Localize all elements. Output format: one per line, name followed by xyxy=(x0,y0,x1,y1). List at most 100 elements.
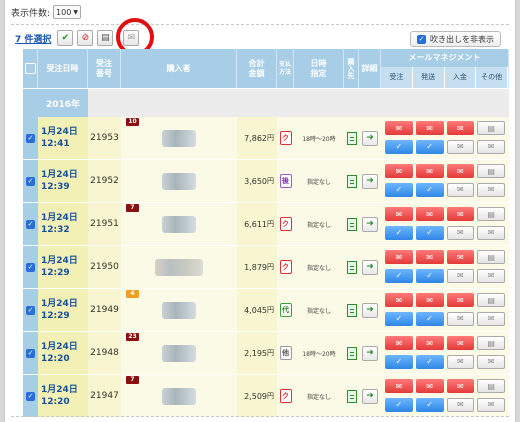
buyer-name-blurred[interactable] xyxy=(162,215,196,233)
mail-order-sent-icon[interactable]: ✉ xyxy=(385,336,413,350)
row-checkbox[interactable]: ✓ xyxy=(23,332,38,374)
mail-ship-icon[interactable]: ✓ xyxy=(415,311,444,326)
mail-order-icon[interactable]: ✓ xyxy=(385,311,413,326)
mail-ship-icon[interactable]: ✓ xyxy=(415,268,444,283)
mail-payment-sent-icon[interactable]: ✉ xyxy=(446,207,475,221)
header-buy-from[interactable]: 購入先 xyxy=(344,49,359,88)
row-checkbox[interactable]: ✓ xyxy=(23,289,38,331)
mail-ship-icon[interactable]: ✓ xyxy=(415,354,444,369)
no-icon[interactable]: ⊘ xyxy=(77,30,94,46)
mail-payment-icon[interactable]: ✉ xyxy=(446,311,475,326)
mail-payment-sent-icon[interactable]: ✉ xyxy=(446,121,475,135)
mail-ship-sent-icon[interactable]: ✉ xyxy=(415,121,444,135)
mail-order-icon[interactable]: ✓ xyxy=(385,139,413,154)
mail-ship-icon[interactable]: ✓ xyxy=(415,397,444,412)
mail-payment-icon[interactable]: ✉ xyxy=(446,139,475,154)
mail-payment-sent-icon[interactable]: ✉ xyxy=(446,293,475,307)
mail-other-doc-icon[interactable]: ▤ xyxy=(477,207,505,221)
header-date[interactable]: 受注日時 xyxy=(38,49,88,88)
mail-payment-sent-icon[interactable]: ✉ xyxy=(446,250,475,264)
document-icon[interactable] xyxy=(346,303,357,317)
checkbox-checked-icon[interactable]: ✓ xyxy=(26,305,35,315)
mail-order-sent-icon[interactable]: ✉ xyxy=(385,121,413,135)
header-pay[interactable]: 支払方法 xyxy=(277,49,294,88)
checkbox-checked-icon[interactable]: ✓ xyxy=(26,391,35,401)
document-icon[interactable] xyxy=(346,389,357,403)
mail-ship-sent-icon[interactable]: ✉ xyxy=(415,293,444,307)
detail-arrow-icon[interactable]: ➜ xyxy=(362,130,378,146)
mail-order-sent-icon[interactable]: ✉ xyxy=(385,207,413,221)
mail-ship-sent-icon[interactable]: ✉ xyxy=(415,164,444,178)
mail-other-doc-icon[interactable]: ▤ xyxy=(477,164,505,178)
mail-payment-sent-icon[interactable]: ✉ xyxy=(446,336,475,350)
mail-order-sent-icon[interactable]: ✉ xyxy=(385,164,413,178)
detail-arrow-icon[interactable]: ➜ xyxy=(362,173,378,189)
row-checkbox[interactable]: ✓ xyxy=(23,160,38,202)
mail-order-icon[interactable]: ✓ xyxy=(385,225,413,240)
buyer-name-blurred[interactable] xyxy=(162,301,196,319)
checkbox-checked-icon[interactable]: ✓ xyxy=(26,348,35,358)
buyer-name-blurred[interactable] xyxy=(162,172,196,190)
mail-payment-icon[interactable]: ✉ xyxy=(446,397,475,412)
checkbox-checked-icon[interactable]: ✓ xyxy=(26,133,35,143)
mail-other-doc-icon[interactable]: ▤ xyxy=(477,250,505,264)
buyer-name-blurred[interactable] xyxy=(162,387,196,405)
mail-ship-sent-icon[interactable]: ✉ xyxy=(415,336,444,350)
detail-arrow-icon[interactable]: ➜ xyxy=(362,345,378,361)
mail-payment-sent-icon[interactable]: ✉ xyxy=(446,164,475,178)
mail-payment-icon[interactable]: ✉ xyxy=(446,182,475,197)
detail-arrow-icon[interactable]: ➜ xyxy=(362,259,378,275)
detail-arrow-icon[interactable]: ➜ xyxy=(362,216,378,232)
header-buyer[interactable]: 購入者 xyxy=(121,49,237,88)
buyer-name-blurred[interactable] xyxy=(162,344,196,362)
header-time[interactable]: 日時指定 xyxy=(294,49,344,88)
mail-ship-sent-icon[interactable]: ✉ xyxy=(415,250,444,264)
mail-other-icon[interactable]: ✉ xyxy=(477,311,505,326)
mail-payment-icon[interactable]: ✉ xyxy=(446,225,475,240)
header-total[interactable]: 合計金額 xyxy=(237,49,277,88)
document-icon[interactable] xyxy=(346,260,357,274)
hide-balloon-toggle[interactable]: ✓ 吹き出しを非表示 xyxy=(410,31,501,47)
row-checkbox[interactable]: ✓ xyxy=(23,117,38,159)
detail-arrow-icon[interactable]: ➜ xyxy=(362,302,378,318)
mail-other-icon[interactable]: ✉ xyxy=(477,139,505,154)
buyer-name-blurred[interactable] xyxy=(155,258,203,276)
checkbox-icon[interactable] xyxy=(24,63,36,74)
mail-order-sent-icon[interactable]: ✉ xyxy=(385,379,413,393)
mail-ship-sent-icon[interactable]: ✉ xyxy=(415,379,444,393)
mail-other-doc-icon[interactable]: ▤ xyxy=(477,379,505,393)
document-icon[interactable] xyxy=(346,346,357,360)
mail-other-doc-icon[interactable]: ▤ xyxy=(477,293,505,307)
detail-arrow-icon[interactable]: ➜ xyxy=(362,388,378,404)
mail-other-doc-icon[interactable]: ▤ xyxy=(477,121,505,135)
mail-ship-sent-icon[interactable]: ✉ xyxy=(415,207,444,221)
checkbox-checked-icon[interactable]: ✓ xyxy=(417,34,426,44)
mail-order-sent-icon[interactable]: ✉ xyxy=(385,293,413,307)
mail-order-icon[interactable]: ✓ xyxy=(385,397,413,412)
mail-ship-icon[interactable]: ✓ xyxy=(415,139,444,154)
row-checkbox[interactable]: ✓ xyxy=(23,203,38,245)
mail-ship-icon[interactable]: ✓ xyxy=(415,225,444,240)
mail-ship-icon[interactable]: ✓ xyxy=(415,182,444,197)
buyer-name-blurred[interactable] xyxy=(162,129,196,147)
checkbox-checked-icon[interactable]: ✓ xyxy=(26,219,35,229)
mail-other-icon[interactable]: ✉ xyxy=(477,268,505,283)
mail-payment-icon[interactable]: ✉ xyxy=(446,354,475,369)
document-icon[interactable] xyxy=(346,131,357,145)
mail-order-sent-icon[interactable]: ✉ xyxy=(385,250,413,264)
row-checkbox[interactable]: ✓ xyxy=(23,375,38,417)
display-count-select[interactable]: 100 ▼ xyxy=(53,5,81,19)
mail-other-icon[interactable]: ✉ xyxy=(477,397,505,412)
mail-other-icon[interactable]: ✉ xyxy=(477,354,505,369)
row-checkbox[interactable]: ✓ xyxy=(23,246,38,288)
checkbox-checked-icon[interactable]: ✓ xyxy=(26,176,35,186)
checkbox-checked-icon[interactable]: ✓ xyxy=(26,262,35,272)
mail-payment-icon[interactable]: ✉ xyxy=(446,268,475,283)
mail-payment-sent-icon[interactable]: ✉ xyxy=(446,379,475,393)
mail-other-doc-icon[interactable]: ▤ xyxy=(477,336,505,350)
document-icon[interactable] xyxy=(346,217,357,231)
mail-other-icon[interactable]: ✉ xyxy=(477,225,505,240)
document-icon[interactable] xyxy=(346,174,357,188)
select-all-checkbox[interactable] xyxy=(23,49,38,88)
mail-order-icon[interactable]: ✓ xyxy=(385,182,413,197)
